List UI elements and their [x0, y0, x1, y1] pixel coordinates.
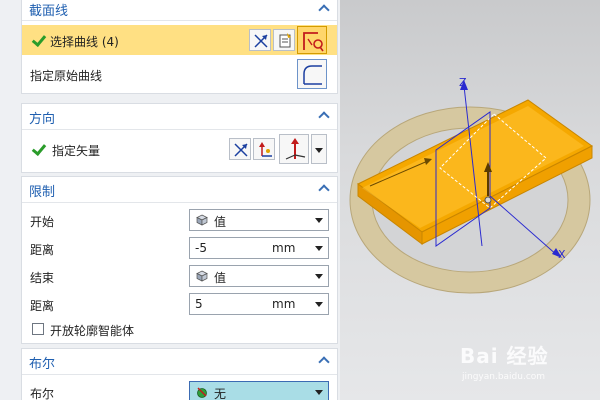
boolean-value: 无	[214, 387, 227, 400]
vector-dialog-icon	[259, 142, 272, 157]
section-title: 限制	[29, 185, 56, 200]
section-title: 方向	[29, 112, 56, 127]
section-limits-header[interactable]: 限制	[22, 177, 337, 203]
end-label: 结束	[30, 271, 55, 285]
cube-icon	[196, 214, 208, 226]
distance2-row: 距离 5 mm	[22, 293, 337, 315]
distance2-unit: mm	[272, 297, 296, 311]
dropdown-arrow-icon	[315, 218, 323, 223]
vector-constructor-button[interactable]	[279, 134, 309, 164]
curve-select-button[interactable]	[297, 26, 327, 54]
start-value: 值	[214, 215, 227, 229]
end-value: 值	[214, 271, 227, 285]
curve-rule-button[interactable]	[249, 29, 271, 51]
check-icon	[32, 142, 46, 156]
section-title: 截面线	[29, 4, 69, 19]
boolean-icon	[197, 387, 207, 398]
boolean-select[interactable]: 无	[189, 381, 329, 400]
specify-original-button[interactable]	[297, 59, 327, 89]
distance1-unit: mm	[272, 241, 296, 255]
collapse-icon[interactable]	[319, 355, 329, 365]
start-select[interactable]: 值	[189, 209, 329, 231]
specify-vector-label: 指定矢量	[52, 144, 101, 158]
z-axis-label: Z	[459, 76, 467, 89]
select-curve-label: 选择曲线 (4)	[50, 35, 119, 49]
section-boolean-header[interactable]: 布尔	[22, 349, 337, 375]
sketch-section-button[interactable]	[273, 29, 295, 51]
vector-dropdown-button[interactable]	[311, 134, 327, 164]
watermark: Bai 经验	[460, 344, 549, 368]
distance2-value: 5	[195, 297, 203, 311]
open-profile-row: 开放轮廓智能体	[22, 321, 337, 339]
graphics-viewport[interactable]: Z X Bai 经验 jingyan.baidu.com	[340, 0, 600, 400]
start-row: 开始 值	[22, 209, 337, 231]
section-limits: 限制 开始 值 距离 -5 mm 结束 值 距离 5 mm 开放轮廓智能体	[21, 176, 338, 344]
curve-select-icon	[303, 32, 324, 52]
corner-curve-icon	[303, 65, 322, 85]
reverse-direction-icon	[234, 143, 248, 157]
end-select[interactable]: 值	[189, 265, 329, 287]
open-profile-label: 开放轮廓智能体	[50, 324, 135, 338]
extrude-dialog-panel: 截面线 选择曲线 (4) 指定原始曲线 方向 指定矢量 限制 开始 值 距离 -…	[0, 0, 340, 400]
dropdown-arrow-icon	[315, 274, 323, 279]
section-direction: 方向 指定矢量	[21, 103, 338, 173]
distance1-input[interactable]: -5 mm	[189, 237, 329, 259]
boolean-label: 布尔	[30, 387, 55, 400]
distance2-input[interactable]: 5 mm	[189, 293, 329, 315]
vector-constructor-icon	[285, 138, 306, 160]
section-curve-header[interactable]: 截面线	[22, 0, 337, 21]
dropdown-arrow-icon	[315, 148, 323, 153]
start-label: 开始	[30, 215, 55, 229]
dropdown-arrow-icon	[315, 246, 323, 251]
collapse-icon[interactable]	[319, 110, 329, 120]
boolean-row: 布尔 无	[22, 381, 337, 400]
check-icon	[32, 33, 46, 47]
open-profile-checkbox[interactable]	[32, 323, 44, 335]
sketch-icon	[279, 33, 291, 48]
distance1-value: -5	[195, 241, 207, 255]
x-axis-label: X	[558, 248, 566, 261]
cube-icon	[196, 270, 208, 282]
distance2-label: 距离	[30, 299, 55, 313]
specify-original-row: 指定原始曲线	[22, 59, 337, 91]
watermark-url: jingyan.baidu.com	[462, 372, 546, 382]
dropdown-arrow-icon	[315, 390, 323, 395]
specify-original-label: 指定原始曲线	[30, 69, 103, 83]
collapse-icon[interactable]	[319, 3, 329, 13]
reverse-direction-icon	[254, 34, 268, 48]
dropdown-arrow-icon	[315, 302, 323, 307]
section-curve: 截面线 选择曲线 (4) 指定原始曲线	[21, 0, 338, 94]
section-direction-header[interactable]: 方向	[22, 104, 337, 130]
reverse-direction-button[interactable]	[229, 138, 251, 160]
section-boolean: 布尔 布尔 无	[21, 348, 338, 400]
end-row: 结束 值	[22, 265, 337, 287]
vector-origin	[484, 196, 492, 204]
distance1-label: 距离	[30, 243, 55, 257]
section-title: 布尔	[29, 357, 56, 372]
vector-dialog-button[interactable]	[253, 138, 275, 160]
collapse-icon[interactable]	[319, 183, 329, 193]
distance1-row: 距离 -5 mm	[22, 237, 337, 259]
